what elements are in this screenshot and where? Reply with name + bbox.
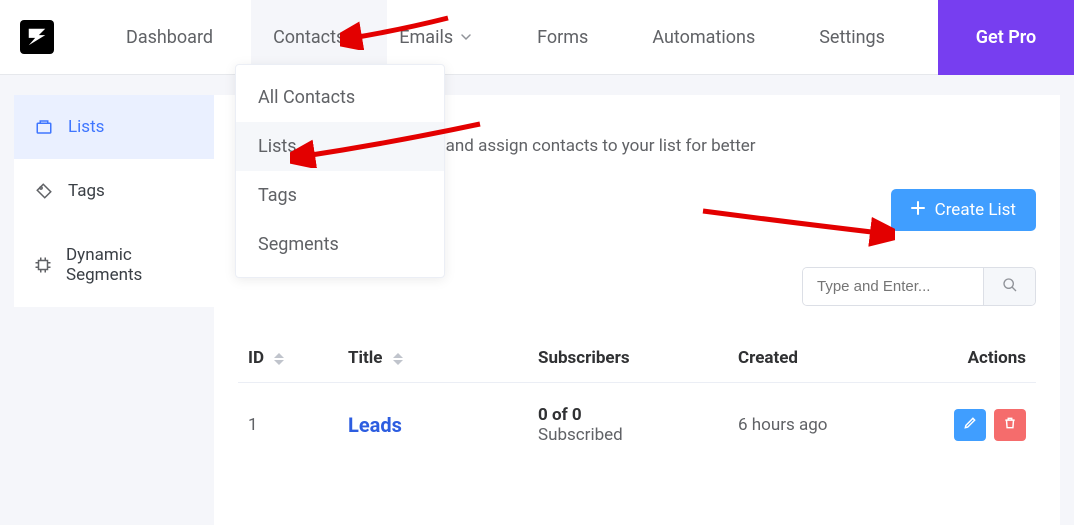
col-created: Created (728, 334, 916, 383)
sidebar-item-tags[interactable]: Tags (14, 159, 214, 223)
create-list-label: Create List (935, 200, 1016, 220)
contacts-dropdown: All Contacts Lists Tags Segments (235, 64, 445, 278)
sidebar-item-dynamic-segments[interactable]: Dynamic Segments (14, 223, 214, 307)
col-subscribers: Subscribers (528, 334, 728, 383)
col-label: ID (248, 348, 264, 368)
get-pro-button[interactable]: Get Pro (938, 0, 1074, 75)
nav-forms[interactable]: Forms (525, 0, 600, 75)
col-label: Actions (968, 348, 1026, 368)
cell-actions (916, 383, 1036, 468)
sidebar-label: Lists (68, 117, 104, 137)
nav-dashboard[interactable]: Dashboard (114, 0, 225, 75)
table-header-row: ID Title Subscribers Created Actions (238, 334, 1036, 383)
col-label: Created (738, 348, 798, 368)
sidebar-label: Dynamic Segments (66, 245, 194, 285)
nav-settings[interactable]: Settings (807, 0, 897, 75)
sidebar-item-lists[interactable]: Lists (14, 95, 214, 159)
col-id[interactable]: ID (238, 334, 338, 383)
dropdown-tags[interactable]: Tags (236, 171, 444, 220)
delete-button[interactable] (994, 409, 1026, 441)
tag-icon (34, 181, 54, 201)
lists-table: ID Title Subscribers Created Actions 1 L… (238, 334, 1036, 467)
chevron-down-icon (351, 30, 365, 44)
nav-label: Emails (399, 27, 453, 48)
dropdown-all-contacts[interactable]: All Contacts (236, 73, 444, 122)
sidebar-label: Tags (68, 181, 105, 201)
nav-label: Automations (652, 27, 755, 48)
cell-id: 1 (238, 383, 338, 468)
create-list-button[interactable]: Create List (891, 189, 1036, 231)
sidebar: Lists Tags Dynamic Segments (14, 95, 214, 525)
sort-icon (393, 353, 403, 365)
cell-created: 6 hours ago (728, 383, 916, 468)
get-pro-label: Get Pro (976, 27, 1036, 48)
edit-button[interactable] (954, 409, 986, 441)
search-box (802, 267, 1036, 306)
col-actions: Actions (916, 334, 1036, 383)
cell-subscribers: 0 of 0 Subscribed (528, 383, 728, 468)
chevron-down-icon (459, 30, 473, 44)
content-wrap: Lists Tags Dynamic Segments contacts. Yo… (14, 95, 1060, 525)
sort-icon (274, 353, 284, 365)
chip-icon (34, 255, 52, 275)
search-icon (1002, 277, 1018, 297)
search-button[interactable] (983, 268, 1035, 305)
subscribers-status: Subscribed (538, 425, 718, 445)
plus-icon (911, 200, 925, 220)
app-logo (20, 20, 54, 54)
nav-automations[interactable]: Automations (640, 0, 767, 75)
table-row: 1 Leads 0 of 0 Subscribed 6 hours ago (238, 383, 1036, 468)
folder-icon (34, 117, 54, 137)
nav-label: Forms (537, 27, 588, 48)
subscribers-count: 0 of 0 (538, 405, 718, 425)
nav-label: Settings (819, 27, 885, 48)
top-navbar: Dashboard Contacts Emails Forms Automati… (0, 0, 1074, 75)
nav-label: Contacts (273, 27, 345, 48)
trash-icon (1003, 415, 1017, 435)
col-label: Subscribers (538, 348, 630, 368)
col-title[interactable]: Title (338, 334, 528, 383)
edit-icon (963, 415, 977, 435)
dropdown-lists[interactable]: Lists (236, 122, 444, 171)
col-label: Title (348, 348, 382, 368)
search-input[interactable] (803, 268, 983, 305)
nav-label: Dashboard (126, 27, 213, 48)
list-title-link[interactable]: Leads (348, 413, 402, 437)
cell-title[interactable]: Leads (338, 383, 528, 468)
dropdown-segments[interactable]: Segments (236, 220, 444, 269)
